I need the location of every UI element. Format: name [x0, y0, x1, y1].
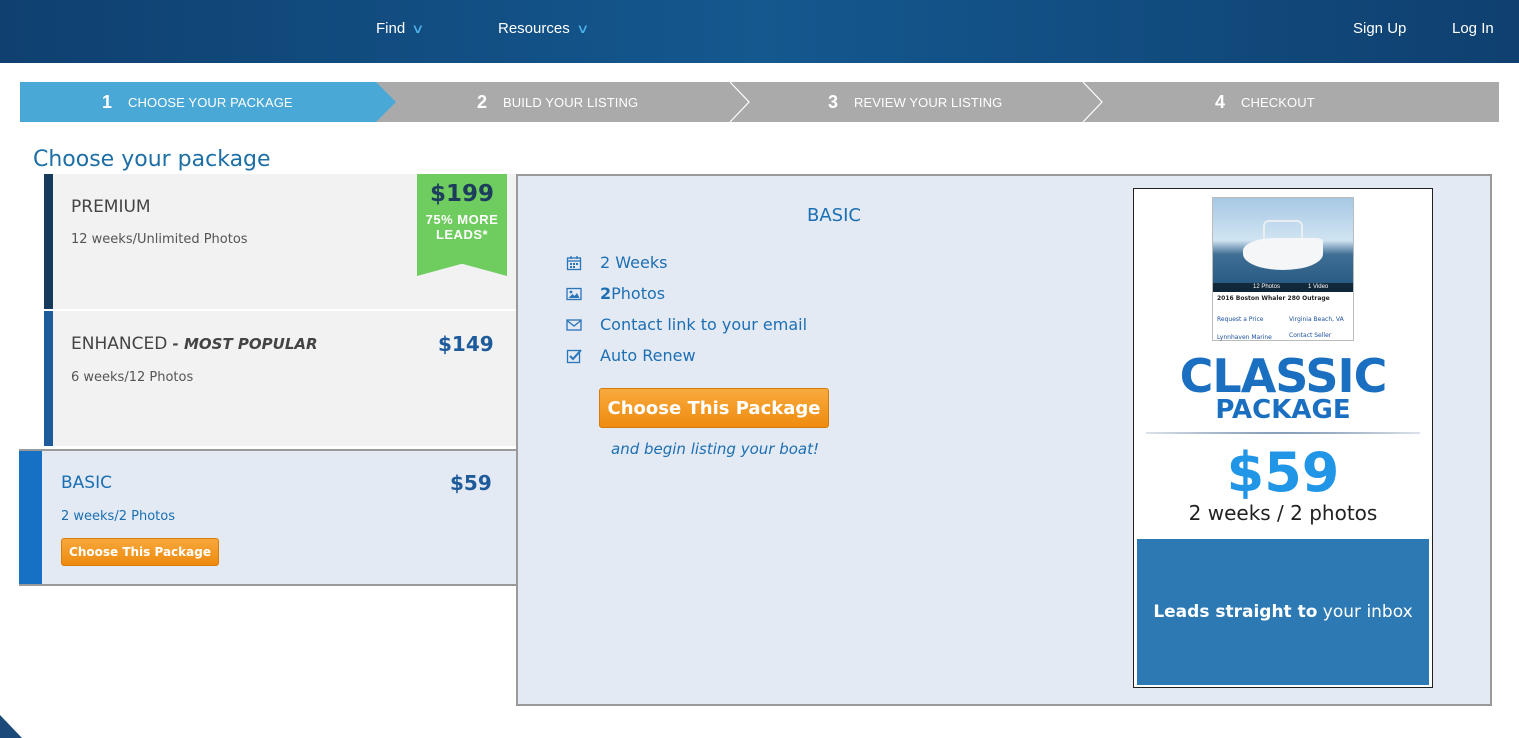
step-2: 2 BUILD YOUR LISTING — [477, 82, 638, 122]
envelope-icon — [566, 317, 582, 333]
leads-rest-text: your inbox — [1317, 602, 1413, 622]
active-step-arrow — [376, 82, 396, 122]
step-number: 2 — [477, 91, 488, 112]
leads-bold-text: Leads straight to — [1153, 602, 1318, 622]
corner-decoration — [0, 715, 22, 738]
calendar-icon — [566, 255, 582, 271]
choose-package-button[interactable]: Choose This Package — [599, 388, 829, 428]
nav-find-label: Find — [376, 20, 406, 37]
feature-text: Photos — [611, 284, 666, 303]
feature-text: Auto Renew — [600, 346, 696, 365]
feature-auto-renew: Auto Renew — [566, 346, 696, 365]
photo-strip: 12 Photos 1 Video — [1213, 283, 1353, 292]
sign-up-link[interactable]: Sign Up — [1353, 20, 1406, 37]
package-name: BASIC — [61, 473, 112, 493]
nav-find[interactable]: Find ∨ — [376, 20, 425, 37]
card-accent-bar — [44, 174, 53, 309]
step-1: 1 CHOOSE YOUR PACKAGE — [102, 82, 293, 122]
ribbon-text: 75% MORE LEADS* — [425, 212, 499, 242]
package-description: 2 weeks/2 Photos — [61, 509, 175, 524]
video-count: 1 Video — [1308, 284, 1329, 290]
preview-seller: Lynnhaven Marine — [1217, 334, 1272, 341]
step-label: CHECKOUT — [1241, 94, 1315, 110]
step-4: 4 CHECKOUT — [1215, 82, 1315, 122]
log-in-link[interactable]: Log In — [1452, 20, 1494, 37]
feature-photo-count: 2 — [600, 284, 612, 303]
step-label: CHOOSE YOUR PACKAGE — [128, 94, 293, 110]
ad-package-heading: PACKAGE — [1215, 395, 1351, 425]
most-popular-tag: - MOST POPULAR — [167, 335, 318, 353]
package-description: 12 weeks/Unlimited Photos — [71, 232, 248, 247]
preview-price: Request a Price — [1217, 316, 1264, 323]
ad-leads-banner: Leads straight to your inbox — [1137, 539, 1429, 685]
package-price: $59 — [450, 471, 492, 495]
detail-title: BASIC — [807, 205, 861, 226]
step-divider — [729, 82, 750, 122]
boat-photo: 12 Photos 1 Video — [1213, 198, 1353, 292]
ad-duration: 2 weeks / 2 photos — [1188, 501, 1378, 525]
preview-location: Virginia Beach, VA — [1289, 316, 1344, 323]
begin-listing-text: and begin listing your boat! — [611, 440, 819, 458]
package-price: $149 — [438, 332, 494, 356]
package-description: 6 weeks/12 Photos — [71, 370, 194, 385]
package-name-row: ENHANCED - MOST POPULAR — [71, 334, 318, 354]
page-title: Choose your package — [33, 147, 271, 172]
ad-price: $59 — [1226, 441, 1340, 504]
package-detail-panel: BASIC 2 Weeks 2 Photos Contact link to y… — [516, 174, 1492, 706]
top-navbar: Find ∨ Resources ∨ Sign Up Log In — [0, 0, 1519, 63]
choose-basic-button[interactable]: Choose This Package — [61, 538, 219, 566]
feature-text: Contact link to your email — [600, 315, 808, 334]
feature-weeks: 2 Weeks — [566, 253, 667, 272]
chevron-down-icon: ∨ — [411, 21, 425, 36]
classic-package-ad: 12 Photos 1 Video 2016 Boston Whaler 280… — [1133, 188, 1433, 688]
preview-contact: Contact Seller — [1289, 332, 1332, 339]
package-card-enhanced[interactable]: ENHANCED - MOST POPULAR 6 weeks/12 Photo… — [44, 311, 517, 446]
feature-text: 2 Weeks — [600, 253, 668, 272]
boat-tower — [1263, 220, 1303, 240]
progress-steps: 1 CHOOSE YOUR PACKAGE 2 BUILD YOUR LISTI… — [20, 82, 1499, 122]
premium-price: $199 — [429, 181, 494, 207]
card-accent-bar — [44, 311, 53, 446]
ad-divider — [1146, 432, 1420, 434]
step-number: 3 — [828, 91, 839, 112]
feature-contact: Contact link to your email — [566, 315, 807, 334]
nav-resources-label: Resources — [498, 20, 570, 37]
feature-photos: 2 Photos — [566, 284, 665, 303]
photos-count: 12 Photos — [1253, 284, 1281, 290]
package-name: ENHANCED — [71, 334, 168, 354]
boat-hull — [1243, 238, 1323, 270]
listing-preview: 12 Photos 1 Video 2016 Boston Whaler 280… — [1212, 197, 1354, 341]
image-icon — [566, 286, 582, 302]
package-card-basic[interactable]: BASIC 2 weeks/2 Photos $59 Choose This P… — [19, 449, 517, 586]
card-accent-bar — [19, 451, 42, 584]
step-label: REVIEW YOUR LISTING — [854, 94, 1003, 110]
step-3: 3 REVIEW YOUR LISTING — [828, 82, 1002, 122]
premium-price-ribbon[interactable]: $199 75% MORE LEADS* — [417, 174, 507, 276]
package-name: PREMIUM — [71, 197, 151, 217]
nav-resources[interactable]: Resources ∨ — [498, 20, 590, 37]
preview-title: 2016 Boston Whaler 280 Outrage — [1217, 295, 1330, 302]
step-divider — [1082, 82, 1103, 122]
step-label: BUILD YOUR LISTING — [503, 94, 639, 110]
step-number: 1 — [102, 91, 113, 112]
step-number: 4 — [1215, 91, 1226, 112]
chevron-down-icon: ∨ — [575, 21, 590, 36]
check-square-icon — [566, 348, 582, 364]
